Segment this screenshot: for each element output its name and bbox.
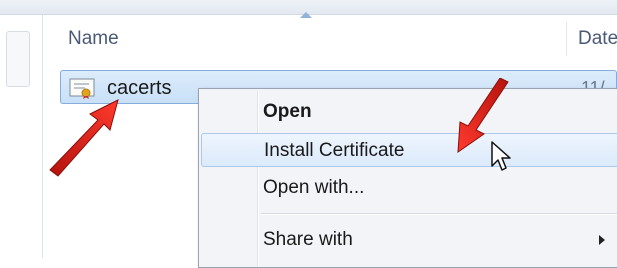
column-header-date-label: Date xyxy=(578,28,617,49)
menu-item-install-certificate-label: Install Certificate xyxy=(264,140,405,161)
context-menu: Open Install Certificate Open with... Sh… xyxy=(198,88,617,268)
menu-item-share-with[interactable]: Share with xyxy=(201,223,617,257)
menu-item-open-label: Open xyxy=(263,101,312,122)
menu-separator xyxy=(261,213,617,215)
annotation-arrow-icon xyxy=(49,99,119,177)
menu-item-open[interactable]: Open xyxy=(201,95,617,129)
column-header-name[interactable]: Name xyxy=(68,22,567,56)
menu-item-install-certificate[interactable]: Install Certificate xyxy=(201,133,617,167)
column-header-date[interactable]: Date xyxy=(578,22,617,56)
menu-item-open-with[interactable]: Open with... xyxy=(201,171,617,205)
navigation-pane xyxy=(0,15,43,258)
sort-ascending-icon xyxy=(300,12,312,18)
submenu-arrow-icon xyxy=(599,235,605,245)
column-header-name-label: Name xyxy=(68,28,119,49)
mouse-cursor-icon xyxy=(491,141,511,171)
menu-item-share-with-label: Share with xyxy=(263,229,353,250)
navigation-pane-scroll[interactable] xyxy=(6,31,30,87)
menu-item-open-with-label: Open with... xyxy=(263,177,365,198)
